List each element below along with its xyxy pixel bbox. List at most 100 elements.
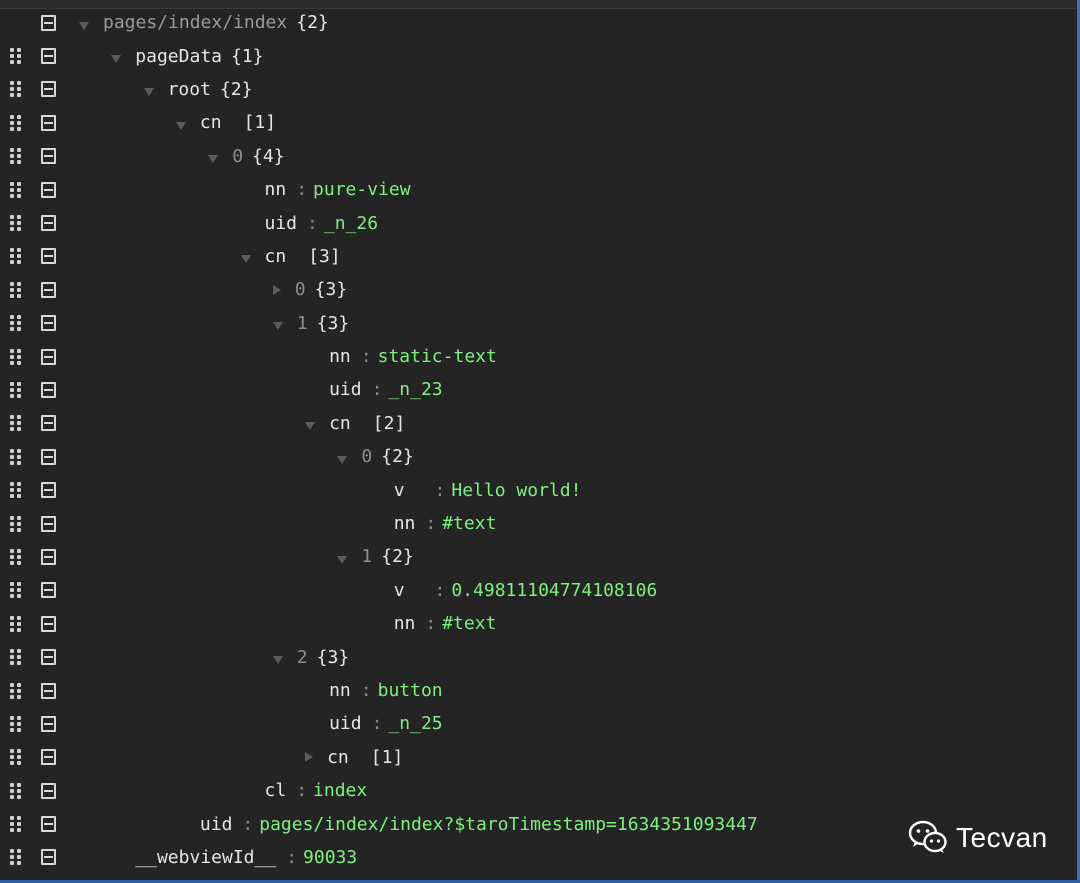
view-object-icon[interactable] <box>41 816 56 833</box>
expand-triangle-icon[interactable] <box>272 656 283 665</box>
drag-handle-icon[interactable] <box>10 615 22 632</box>
drag-handle-icon[interactable] <box>10 348 22 365</box>
tree-row[interactable]: v:0.49811104774108106 <box>0 574 1076 607</box>
expand-triangle-icon[interactable] <box>337 555 348 564</box>
view-object-icon[interactable] <box>41 114 56 131</box>
view-object-icon[interactable] <box>41 215 56 232</box>
view-object-icon[interactable] <box>41 615 56 632</box>
tree-row[interactable]: 1 {2} <box>0 540 1076 573</box>
view-object-icon[interactable] <box>41 849 56 866</box>
drag-handle-icon[interactable] <box>10 215 22 232</box>
drag-handle-icon[interactable] <box>10 148 22 165</box>
expand-triangle-icon[interactable] <box>111 55 122 64</box>
drag-handle-icon[interactable] <box>10 548 22 565</box>
drag-handle-icon[interactable] <box>10 482 22 499</box>
tree-row[interactable]: 1 {3} <box>0 307 1076 340</box>
view-object-icon[interactable] <box>41 548 56 565</box>
view-object-icon[interactable] <box>41 649 56 666</box>
expand-triangle-icon[interactable] <box>79 21 89 30</box>
view-object-icon[interactable] <box>41 448 56 465</box>
view-object-icon[interactable] <box>41 482 56 499</box>
drag-handle-icon[interactable] <box>10 114 22 131</box>
tree-row[interactable]: nn: #text <box>0 607 1076 640</box>
view-object-icon[interactable] <box>41 14 56 31</box>
drag-handle-icon[interactable] <box>10 582 22 599</box>
node-value[interactable]: _n_23 <box>388 379 442 400</box>
tree-row[interactable]: 0 {3} <box>0 273 1076 306</box>
view-object-icon[interactable] <box>41 81 56 98</box>
drag-handle-icon[interactable] <box>10 81 22 98</box>
view-object-icon[interactable] <box>41 281 56 298</box>
tree-row[interactable]: v: Hello world! <box>0 473 1076 506</box>
node-value[interactable]: static-text <box>378 346 497 367</box>
expand-triangle-icon[interactable] <box>337 455 348 464</box>
tree-row[interactable]: nn: pure-view <box>0 173 1076 206</box>
drag-handle-icon[interactable] <box>10 448 22 465</box>
drag-handle-icon[interactable] <box>10 15 22 31</box>
drag-handle-icon[interactable] <box>10 849 22 866</box>
drag-handle-icon[interactable] <box>10 415 22 432</box>
view-object-icon[interactable] <box>41 415 56 432</box>
node-value[interactable]: 90033 <box>303 847 357 868</box>
tree-row[interactable]: uid: _n_26 <box>0 206 1076 239</box>
drag-handle-icon[interactable] <box>10 248 22 265</box>
view-object-icon[interactable] <box>41 148 56 165</box>
drag-handle-icon[interactable] <box>10 515 22 532</box>
view-object-icon[interactable] <box>41 515 56 532</box>
tree-row[interactable]: uid: _n_25 <box>0 707 1076 740</box>
tree-row[interactable]: nn: static-text <box>0 340 1076 373</box>
drag-handle-icon[interactable] <box>10 816 22 833</box>
node-value[interactable]: button <box>378 680 443 701</box>
node-value[interactable]: _n_26 <box>324 213 378 234</box>
collapse-triangle-icon[interactable] <box>272 284 281 295</box>
expand-triangle-icon[interactable] <box>305 422 316 431</box>
node-value[interactable]: Hello world! <box>451 480 581 501</box>
expand-triangle-icon[interactable] <box>272 322 283 331</box>
collapse-triangle-icon[interactable] <box>305 752 314 763</box>
view-object-icon[interactable] <box>41 248 56 265</box>
tree-row[interactable]: nn: button <box>0 674 1076 707</box>
drag-handle-icon[interactable] <box>10 381 22 398</box>
tree-row[interactable]: uid: _n_23 <box>0 373 1076 406</box>
drag-handle-icon[interactable] <box>10 749 22 766</box>
view-object-icon[interactable] <box>41 782 56 799</box>
drag-handle-icon[interactable] <box>10 782 22 799</box>
view-object-icon[interactable] <box>41 682 56 699</box>
view-object-icon[interactable] <box>41 181 56 198</box>
tree-row[interactable]: 0 {2} <box>0 440 1076 473</box>
view-object-icon[interactable] <box>41 48 56 65</box>
tree-row[interactable]: root {2} <box>0 73 1076 106</box>
node-value[interactable]: pages/index/index?$taroTimestamp=1634351… <box>259 814 758 835</box>
node-value[interactable]: #text <box>442 613 496 634</box>
node-value[interactable]: 0.49811104774108106 <box>451 580 657 601</box>
tree-row[interactable]: cn [2] <box>0 407 1076 440</box>
tree-row[interactable]: 0 {4} <box>0 140 1076 173</box>
view-object-icon[interactable] <box>41 582 56 599</box>
node-value[interactable]: #text <box>442 513 496 534</box>
tree-row[interactable]: pageData {1} <box>0 39 1076 72</box>
tree-row[interactable]: cn [1] <box>0 106 1076 139</box>
view-object-icon[interactable] <box>41 348 56 365</box>
tree-row[interactable]: pages/index/index {2} <box>0 6 1076 39</box>
expand-triangle-icon[interactable] <box>143 88 154 97</box>
drag-handle-icon[interactable] <box>10 48 22 65</box>
tree-row[interactable]: 2 {3} <box>0 640 1076 673</box>
drag-handle-icon[interactable] <box>10 281 22 298</box>
node-value[interactable]: _n_25 <box>388 713 442 734</box>
view-object-icon[interactable] <box>41 715 56 732</box>
node-value[interactable]: index <box>313 780 367 801</box>
drag-handle-icon[interactable] <box>10 682 22 699</box>
drag-handle-icon[interactable] <box>10 181 22 198</box>
node-value[interactable]: pure-view <box>313 179 411 200</box>
tree-row[interactable]: cn [1] <box>0 741 1076 774</box>
view-object-icon[interactable] <box>41 749 56 766</box>
tree-row[interactable]: cn [3] <box>0 240 1076 273</box>
drag-handle-icon[interactable] <box>10 715 22 732</box>
expand-triangle-icon[interactable] <box>175 121 186 130</box>
drag-handle-icon[interactable] <box>10 315 22 332</box>
drag-handle-icon[interactable] <box>10 649 22 666</box>
view-object-icon[interactable] <box>41 381 56 398</box>
tree-row[interactable]: cl: index <box>0 774 1076 807</box>
expand-triangle-icon[interactable] <box>240 255 251 264</box>
expand-triangle-icon[interactable] <box>208 155 219 164</box>
